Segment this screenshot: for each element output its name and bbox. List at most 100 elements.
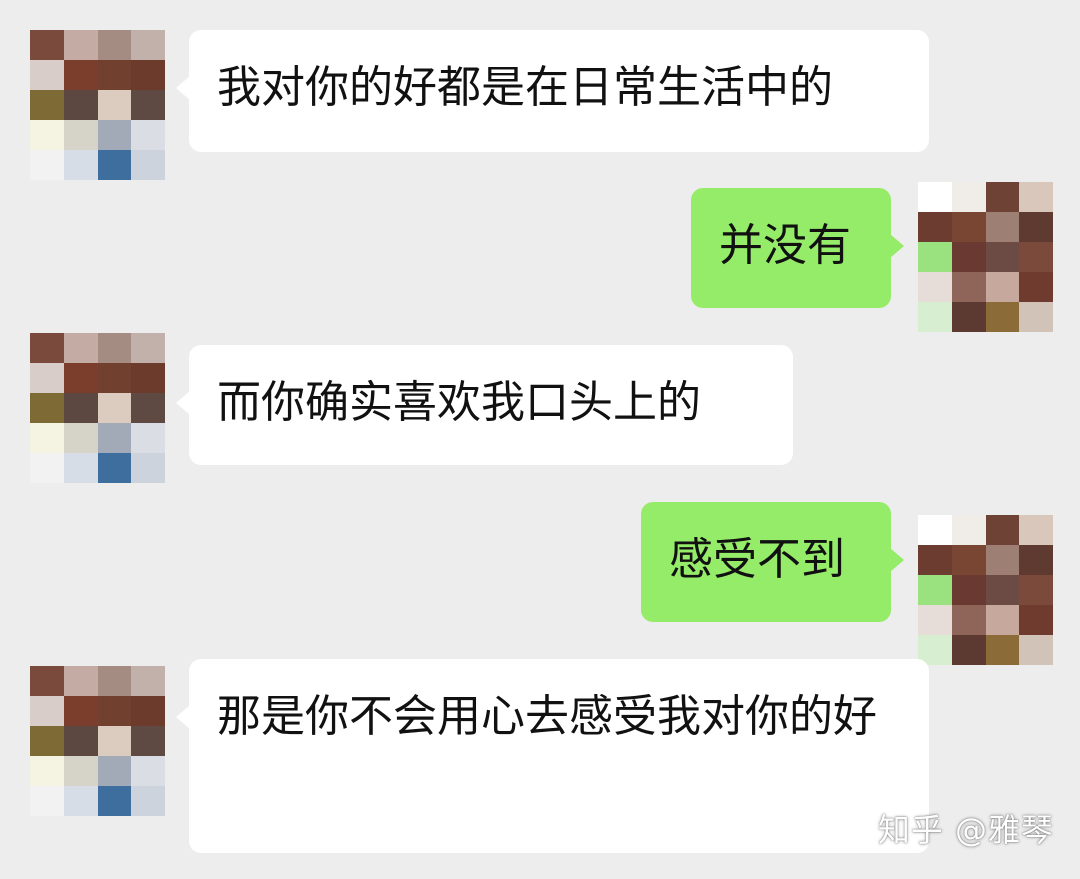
avatar-pixel bbox=[30, 363, 64, 393]
avatar-pixel bbox=[30, 726, 64, 756]
avatar-pixel bbox=[985, 212, 1020, 242]
avatar-pixel bbox=[131, 90, 165, 120]
avatar-pixel bbox=[30, 90, 64, 120]
avatar-pixel bbox=[918, 515, 952, 545]
incoming-message-bubble[interactable]: 我对你的好都是在日常生活中的 bbox=[176, 30, 929, 152]
avatar-pixel bbox=[97, 60, 132, 90]
avatar-pixel bbox=[63, 30, 98, 60]
avatar-pixel bbox=[97, 726, 132, 756]
avatar-pixel bbox=[1019, 515, 1053, 545]
avatar-pixel bbox=[131, 60, 165, 90]
avatar-pixel bbox=[985, 515, 1020, 545]
message-text: 而你确实喜欢我口头上的 bbox=[217, 377, 701, 428]
avatar-pixel bbox=[131, 726, 165, 756]
avatar-pixel bbox=[30, 666, 64, 696]
avatar-pixel bbox=[918, 182, 952, 212]
avatar-pixel bbox=[1019, 182, 1053, 212]
avatar-pixel bbox=[918, 302, 952, 332]
avatar-pixel bbox=[97, 453, 132, 483]
avatar-pixel bbox=[63, 363, 98, 393]
message-text: 并没有 bbox=[719, 220, 851, 271]
avatar-pixel bbox=[30, 60, 64, 90]
bubble-tail bbox=[176, 705, 190, 729]
avatar-pixel bbox=[63, 666, 98, 696]
avatar-pixel bbox=[951, 545, 986, 575]
avatar-pixel bbox=[63, 60, 98, 90]
avatar-pixel bbox=[918, 575, 952, 605]
avatar-pixel bbox=[985, 242, 1020, 272]
avatar-pixel bbox=[131, 696, 165, 726]
avatar-pixel bbox=[97, 666, 132, 696]
incoming-message-bubble[interactable]: 而你确实喜欢我口头上的 bbox=[176, 345, 793, 465]
bubble-tail bbox=[176, 76, 190, 100]
avatar-pixel bbox=[1019, 605, 1053, 635]
avatar-pixel bbox=[97, 423, 132, 453]
avatar-pixel bbox=[63, 120, 98, 150]
self-avatar[interactable] bbox=[918, 515, 1053, 665]
avatar-pixel bbox=[63, 393, 98, 423]
avatar-pixel bbox=[131, 756, 165, 786]
avatar-pixel bbox=[63, 696, 98, 726]
avatar-pixel bbox=[30, 453, 64, 483]
avatar-pixel bbox=[1019, 272, 1053, 302]
avatar-pixel bbox=[1019, 635, 1053, 665]
avatar-pixel bbox=[30, 756, 64, 786]
avatar-pixel bbox=[131, 150, 165, 180]
avatar-pixel bbox=[97, 150, 132, 180]
avatar-pixel bbox=[918, 545, 952, 575]
avatar-pixel bbox=[30, 120, 64, 150]
avatar-pixel bbox=[918, 242, 952, 272]
avatar-pixel bbox=[951, 212, 986, 242]
self-avatar[interactable] bbox=[918, 182, 1053, 332]
avatar-pixel bbox=[131, 120, 165, 150]
avatar-pixel bbox=[1019, 212, 1053, 242]
message-text: 我对你的好都是在日常生活中的 bbox=[217, 62, 833, 113]
avatar-pixel bbox=[985, 302, 1020, 332]
avatar-pixel bbox=[63, 333, 98, 363]
outgoing-message-bubble[interactable]: 并没有 bbox=[691, 188, 904, 308]
contact-avatar[interactable] bbox=[30, 333, 165, 483]
avatar-pixel bbox=[97, 120, 132, 150]
avatar-pixel bbox=[131, 393, 165, 423]
incoming-message-bubble[interactable]: 那是你不会用心去感受我对你的好 bbox=[176, 659, 929, 853]
avatar-pixel bbox=[97, 30, 132, 60]
avatar-pixel bbox=[63, 786, 98, 816]
avatar-pixel bbox=[951, 575, 986, 605]
avatar-pixel bbox=[951, 242, 986, 272]
avatar-pixel bbox=[985, 575, 1020, 605]
avatar-pixel bbox=[97, 756, 132, 786]
message-text: 那是你不会用心去感受我对你的好 bbox=[217, 691, 877, 742]
avatar-pixel bbox=[131, 453, 165, 483]
avatar-pixel bbox=[63, 726, 98, 756]
avatar-pixel bbox=[30, 150, 64, 180]
avatar-pixel bbox=[97, 786, 132, 816]
avatar-pixel bbox=[918, 212, 952, 242]
avatar-pixel bbox=[131, 666, 165, 696]
outgoing-message-bubble[interactable]: 感受不到 bbox=[641, 502, 904, 622]
avatar-pixel bbox=[131, 786, 165, 816]
avatar-pixel bbox=[951, 635, 986, 665]
avatar-pixel bbox=[97, 393, 132, 423]
watermark: 知乎 @雅琴 bbox=[877, 811, 1054, 849]
contact-avatar[interactable] bbox=[30, 666, 165, 816]
bubble-tail bbox=[890, 234, 904, 258]
chat-window[interactable]: 我对你的好都是在日常生活中的 并没有 而你确实喜欢我口头上的 感受不到 那是你不… bbox=[0, 0, 1080, 879]
avatar-pixel bbox=[918, 605, 952, 635]
avatar-pixel bbox=[985, 605, 1020, 635]
avatar-pixel bbox=[985, 545, 1020, 575]
avatar-pixel bbox=[985, 182, 1020, 212]
avatar-pixel bbox=[97, 90, 132, 120]
avatar-pixel bbox=[1019, 302, 1053, 332]
avatar-pixel bbox=[951, 605, 986, 635]
avatar-pixel bbox=[30, 333, 64, 363]
avatar-pixel bbox=[30, 423, 64, 453]
avatar-pixel bbox=[951, 182, 986, 212]
avatar-pixel bbox=[63, 90, 98, 120]
avatar-pixel bbox=[951, 302, 986, 332]
avatar-pixel bbox=[1019, 575, 1053, 605]
avatar-pixel bbox=[131, 333, 165, 363]
avatar-pixel bbox=[30, 786, 64, 816]
contact-avatar[interactable] bbox=[30, 30, 165, 180]
avatar-pixel bbox=[918, 272, 952, 302]
avatar-pixel bbox=[131, 30, 165, 60]
